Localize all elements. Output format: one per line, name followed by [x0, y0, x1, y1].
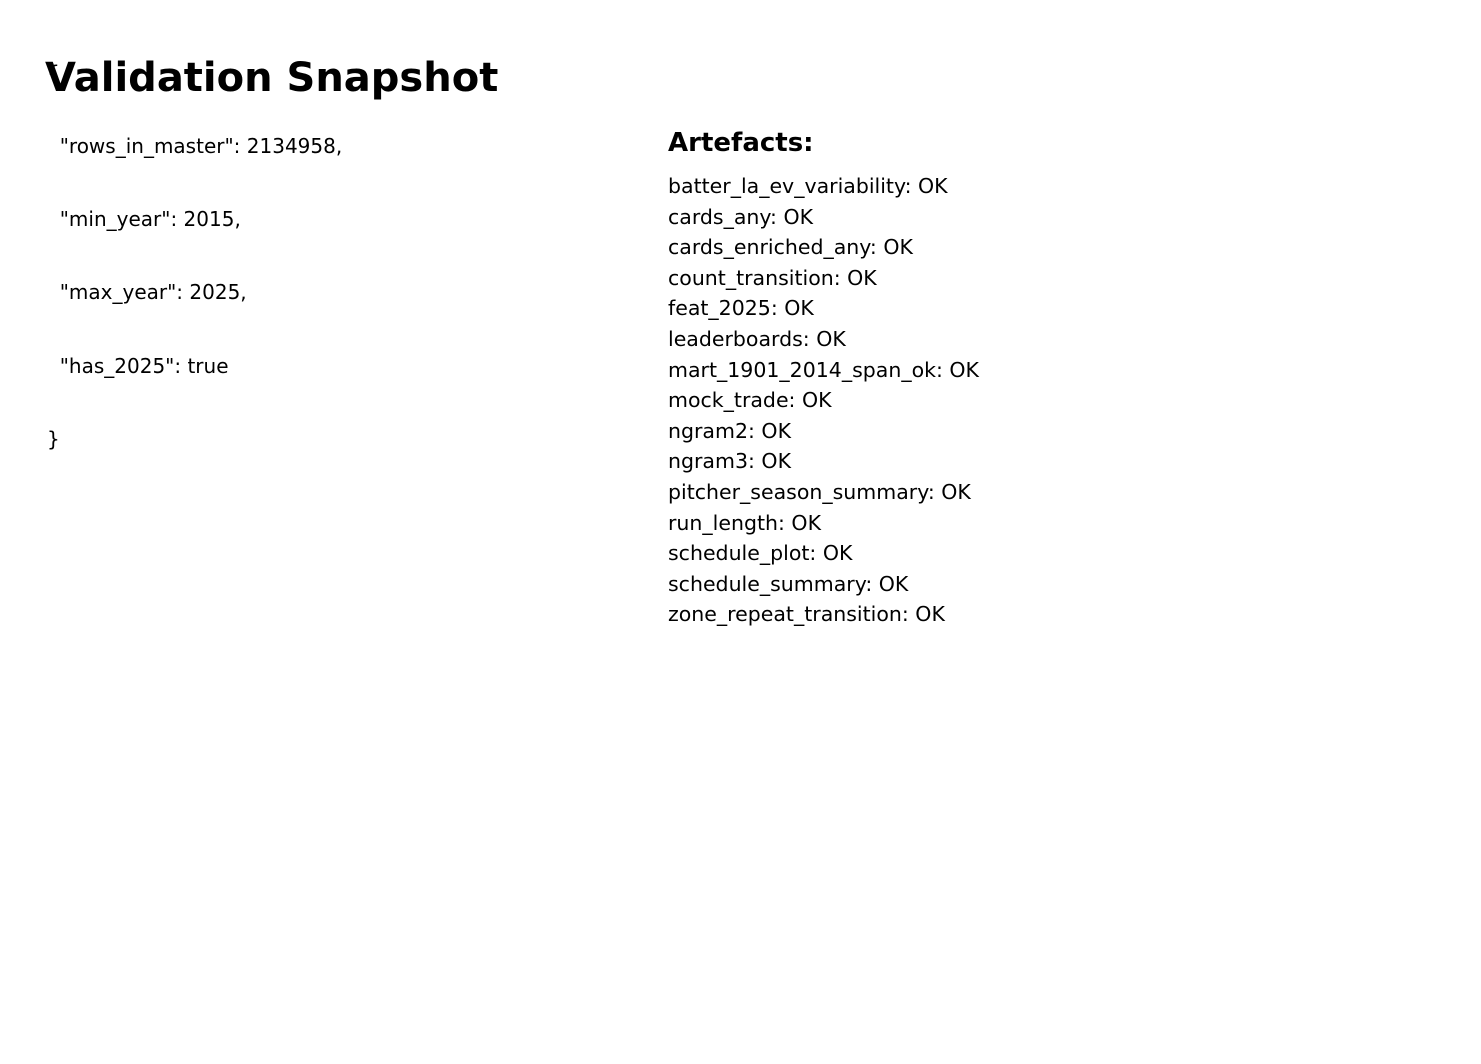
artefact-list: batter_la_ev_variability: OK cards_any: …: [668, 171, 979, 630]
list-item: cards_enriched_any: OK: [668, 235, 913, 260]
list-item: schedule_summary: OK: [668, 571, 909, 596]
list-item: ngram3: OK: [668, 449, 792, 474]
json-line-has-2025: "has_2025": true: [47, 353, 229, 378]
list-item: batter_la_ev_variability: OK: [668, 174, 948, 198]
list-item: schedule_plot: OK: [668, 541, 853, 566]
json-line: }: [47, 426, 60, 451]
list-item: feat_2025: OK: [668, 296, 814, 321]
list-item: zone_repeat_transition: OK: [668, 602, 945, 627]
json-line-min-year: "min_year": 2015,: [47, 207, 241, 232]
list-item: ngram2: OK: [668, 418, 792, 443]
artefacts-panel: Artefacts: batter_la_ev_variability: OK …: [668, 127, 979, 630]
artefacts-heading: Artefacts:: [668, 128, 814, 158]
list-item: cards_any: OK: [668, 204, 814, 229]
json-line-max-year: "max_year": 2025,: [47, 280, 247, 305]
list-item: count_transition: OK: [668, 265, 877, 290]
page-title: Validation Snapshot: [45, 55, 499, 101]
json-line-rows-in-master: "rows_in_master": 2134958,: [47, 134, 343, 159]
list-item: run_length: OK: [668, 510, 822, 535]
list-item: pitcher_season_summary: OK: [668, 479, 971, 504]
list-item: leaderboards: OK: [668, 326, 846, 351]
list-item: mock_trade: OK: [668, 388, 832, 413]
list-item: mart_1901_2014_span_ok: OK: [668, 357, 980, 382]
